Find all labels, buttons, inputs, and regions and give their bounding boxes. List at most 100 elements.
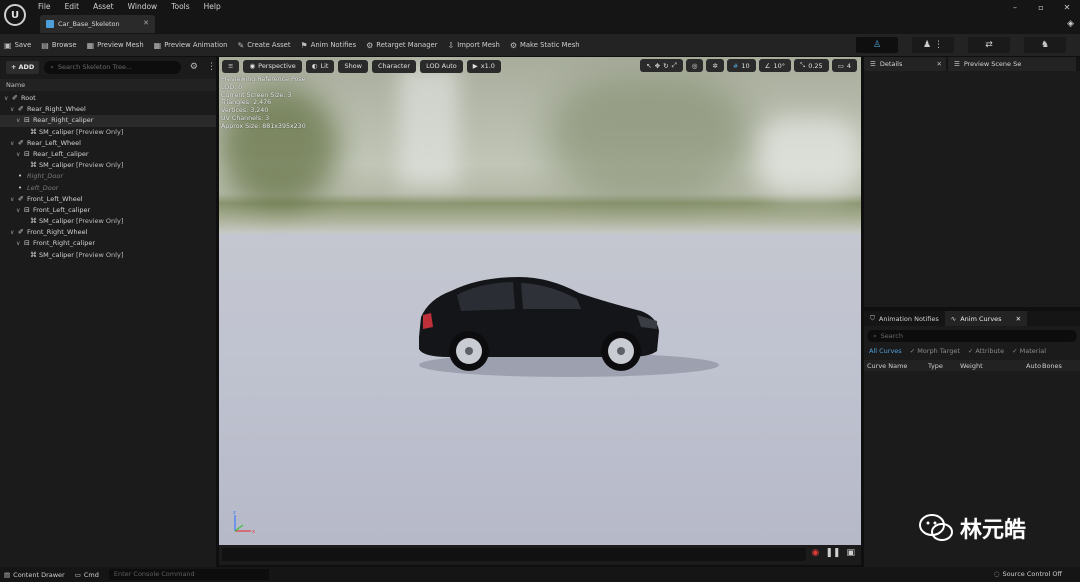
camera-speed-button[interactable]: ▭ 4 [831, 59, 857, 72]
window-close-icon[interactable]: ✕ [1062, 3, 1072, 12]
menu-tools[interactable]: Tools [171, 2, 189, 11]
maximize-icon[interactable]: ▫ [1036, 3, 1046, 12]
scale-snap-icon: ⤡ [800, 61, 806, 69]
close-icon[interactable]: ✕ [937, 60, 942, 68]
transform-tools[interactable]: ↖ ✥ ↻ ⤢ [640, 59, 683, 72]
rotation-snap-button[interactable]: ∠ 10° [758, 59, 792, 72]
character-button[interactable]: Character [371, 59, 417, 73]
browse-button[interactable]: ▤ Browse [41, 41, 76, 50]
tab-preview-scene-settings[interactable]: ☰ Preview Scene Se [948, 57, 1076, 71]
source-control-status-icon[interactable]: ◈ [1067, 19, 1074, 29]
record-icon[interactable]: ◉ [812, 548, 820, 558]
add-button[interactable]: + ADD [6, 60, 40, 74]
import-mesh-button[interactable]: ⇩ Import Mesh [448, 41, 500, 50]
expand-arrow-icon[interactable]: ∨ [16, 238, 24, 249]
tree-row[interactable]: ∨ ✐ Front_Right_Wheel [0, 227, 216, 238]
show-button[interactable]: Show [338, 59, 368, 73]
close-icon[interactable]: ✕ [1016, 315, 1021, 323]
more-options-icon[interactable]: ⋮ [207, 62, 216, 72]
tab-animation-notifies[interactable]: ⛉ Animation Notifies [864, 311, 945, 326]
close-icon[interactable]: ✕ [143, 19, 149, 27]
skeleton-mode-icon[interactable]: ♙ [856, 37, 898, 53]
expand-arrow-icon[interactable]: ∨ [16, 115, 24, 126]
content-drawer-button[interactable]: ▤ Content Drawer [4, 571, 65, 579]
menu-file[interactable]: File [38, 2, 51, 11]
tree-row[interactable]: ∨ ⊟ Rear_Right_caliper [0, 115, 216, 127]
preview-mesh-button[interactable]: ▦ Preview Mesh [87, 41, 144, 50]
menu-help[interactable]: Help [204, 2, 221, 11]
filter-material[interactable]: ✓ Material [1012, 347, 1046, 355]
source-control-button[interactable]: ◌ Source Control Off [994, 570, 1062, 578]
expand-arrow-icon[interactable]: ∨ [16, 149, 24, 160]
anim-notifies-button[interactable]: ⚑ Anim Notifies [301, 41, 357, 50]
loop-icon[interactable]: ▣ [846, 548, 855, 558]
tree-row[interactable]: ∨ ✐ Rear_Right_Wheel [0, 104, 216, 115]
document-tab[interactable]: Car_Base_Skeleton ✕ [40, 15, 155, 33]
tree-row[interactable]: ∨ ⊟ Front_Right_caliper [0, 238, 216, 249]
menu-window[interactable]: Window [128, 2, 158, 11]
tab-anim-curves[interactable]: ∿ Anim Curves ✕ [944, 311, 1028, 326]
tree-row[interactable]: ⌘ SM_caliper [Preview Only] [0, 160, 216, 171]
tab-details[interactable]: ☰ Details ✕ [864, 57, 946, 71]
physics-mode-icon[interactable]: ♞ [1024, 37, 1066, 53]
filter-attribute[interactable]: ✓ Attribute [968, 347, 1004, 355]
tree-row[interactable]: ∨ ✐ Rear_Left_Wheel [0, 138, 216, 149]
tree-row[interactable]: ∨ ✐ Root [0, 93, 216, 104]
save-button[interactable]: ▣ Save [4, 41, 31, 50]
viewport-menu-button[interactable]: ≡ [222, 59, 240, 73]
create-asset-button[interactable]: ✎ Create Asset [237, 41, 290, 50]
grid-snap-button[interactable]: #10 [726, 59, 756, 72]
tree-row[interactable]: ⌘ SM_caliper [Preview Only] [0, 127, 216, 138]
tree-row[interactable]: ∨ ✐ Front_Left_Wheel [0, 194, 216, 205]
col-weight[interactable]: Weight [960, 362, 1026, 370]
pause-icon[interactable]: ❚❚ [825, 548, 840, 558]
expand-arrow-icon[interactable]: ∨ [10, 138, 18, 149]
tree-row[interactable]: • Right_Door [0, 171, 216, 182]
plus-icon: + [11, 63, 17, 71]
settings-gear-icon[interactable]: ⚙ [190, 62, 198, 72]
filter-morph-target[interactable]: ✓ Morph Target [910, 347, 960, 355]
tree-row[interactable]: ⌘ SM_caliper [Preview Only] [0, 250, 216, 261]
expand-arrow-icon[interactable]: ∨ [10, 104, 18, 115]
console-command-input[interactable]: Enter Console Command [108, 569, 269, 580]
mesh-mode-icon[interactable]: ♟ ⋮ [912, 37, 954, 53]
world-local-toggle[interactable]: ◎ [685, 59, 704, 72]
tree-row[interactable]: ⌘ SM_caliper [Preview Only] [0, 216, 216, 227]
skeleton-search-input[interactable]: ⌕ Search Skeleton Tree... [44, 60, 181, 74]
menu-edit[interactable]: Edit [65, 2, 80, 11]
make-static-mesh-button[interactable]: ⚙ Make Static Mesh [510, 41, 580, 50]
col-auto[interactable]: Auto [1026, 362, 1042, 370]
surface-snap-toggle[interactable]: ✲ [706, 59, 724, 72]
play-rate-button[interactable]: ▶ x1.0 [466, 59, 501, 73]
scale-snap-button[interactable]: ⤡ 0.25 [794, 59, 829, 72]
menu-asset[interactable]: Asset [93, 2, 114, 11]
unreal-logo[interactable]: U [4, 4, 26, 26]
tree-row[interactable]: ∨ ⊟ Rear_Left_caliper [0, 149, 216, 160]
preview-animation-button[interactable]: ▦ Preview Animation [154, 41, 228, 50]
expand-arrow-icon[interactable]: ∨ [10, 227, 18, 238]
mesh-icon: ⌘ [30, 217, 37, 226]
expand-arrow-icon[interactable]: ∨ [4, 93, 12, 104]
col-type[interactable]: Type [928, 362, 960, 370]
minimize-icon[interactable]: – [1010, 3, 1020, 12]
lod-button[interactable]: LOD Auto [420, 59, 463, 73]
filter-all-curves[interactable]: All Curves [869, 347, 902, 355]
bone-dot-icon: • [18, 183, 23, 192]
mesh-icon: ▦ [86, 40, 95, 50]
animation-mode-icon[interactable]: ⇄ [968, 37, 1010, 53]
car-preview-mesh[interactable] [409, 269, 729, 379]
retarget-manager-button[interactable]: ⚙ Retarget Manager [366, 41, 437, 50]
mesh-icon: ⌘ [30, 250, 37, 259]
lit-button[interactable]: ◐ Lit [305, 59, 335, 73]
tree-row[interactable]: ∨ ⊟ Front_Left_caliper [0, 205, 216, 216]
tree-row[interactable]: • Left_Door [0, 183, 216, 194]
preview-viewport[interactable]: ≡ ◉ Perspective ◐ Lit Show Character LOD A… [219, 57, 861, 545]
expand-arrow-icon[interactable]: ∨ [10, 194, 18, 205]
col-curve-name[interactable]: Curve Name [864, 362, 928, 370]
expand-arrow-icon[interactable]: ∨ [16, 205, 24, 216]
perspective-button[interactable]: ◉ Perspective [243, 59, 302, 73]
curve-search-input[interactable]: ⌕ Search [867, 330, 1077, 342]
cmd-button[interactable]: ▭ Cmd [75, 571, 99, 579]
col-bones[interactable]: Bones [1042, 362, 1076, 370]
timeline-scrubber[interactable] [222, 548, 806, 561]
